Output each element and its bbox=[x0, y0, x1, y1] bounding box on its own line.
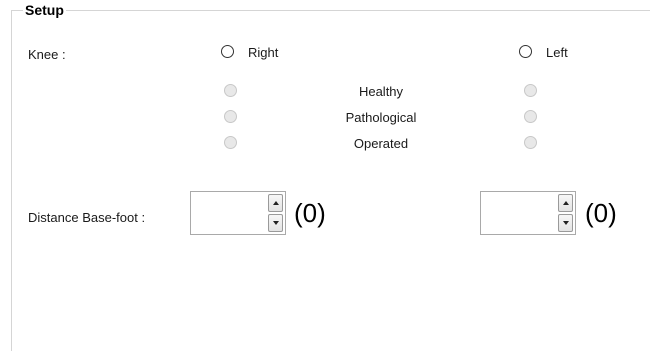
arrow-down-icon bbox=[272, 221, 279, 225]
radio-right-operated[interactable] bbox=[224, 136, 237, 149]
distance-left-stepper bbox=[558, 194, 573, 232]
group-title: Setup bbox=[23, 2, 66, 18]
condition-healthy-label: Healthy bbox=[358, 84, 404, 99]
radio-left-pathological[interactable] bbox=[524, 110, 537, 123]
condition-operated-label: Operated bbox=[353, 136, 409, 151]
distance-right-display: (0) bbox=[294, 198, 326, 228]
radio-left-knee[interactable] bbox=[519, 45, 532, 58]
distance-left-display: (0) bbox=[585, 198, 617, 228]
distance-left-up-button[interactable] bbox=[558, 194, 573, 212]
distance-left-down-button[interactable] bbox=[558, 214, 573, 232]
setup-groupbox bbox=[11, 10, 650, 351]
distance-right-stepper bbox=[268, 194, 283, 232]
condition-pathological-label: Pathological bbox=[345, 110, 417, 125]
radio-right-healthy[interactable] bbox=[224, 84, 237, 97]
radio-left-operated[interactable] bbox=[524, 136, 537, 149]
knee-label: Knee : bbox=[28, 47, 66, 62]
arrow-up-icon bbox=[272, 201, 279, 205]
radio-left-healthy[interactable] bbox=[524, 84, 537, 97]
radio-right-label: Right bbox=[248, 45, 279, 60]
radio-left-label: Left bbox=[546, 45, 568, 60]
arrow-up-icon bbox=[562, 201, 569, 205]
distance-right-up-button[interactable] bbox=[268, 194, 283, 212]
distance-right-input[interactable] bbox=[190, 191, 286, 235]
distance-right-down-button[interactable] bbox=[268, 214, 283, 232]
arrow-down-icon bbox=[562, 221, 569, 225]
radio-right-pathological[interactable] bbox=[224, 110, 237, 123]
distance-base-foot-label: Distance Base-foot : bbox=[28, 210, 146, 225]
radio-right-knee[interactable] bbox=[221, 45, 234, 58]
distance-left-input[interactable] bbox=[480, 191, 576, 235]
